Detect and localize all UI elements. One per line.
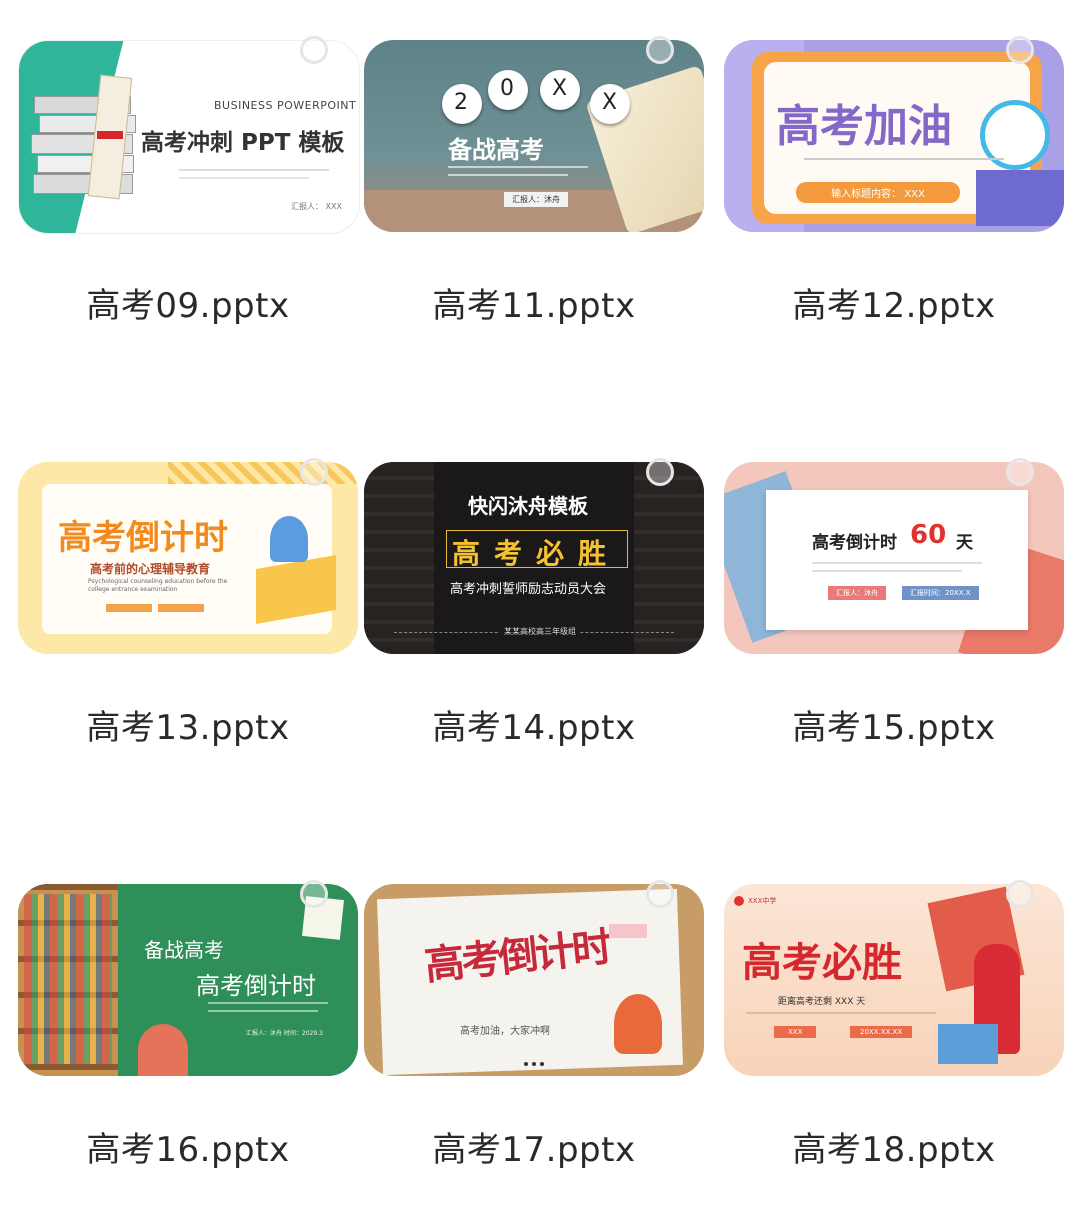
preview-sub: 高考冲刺誓师励志动员大会: [450, 582, 607, 597]
preview-reporter: 汇报人： XXX: [291, 202, 342, 211]
file-name[interactable]: 高考15.pptx: [724, 700, 1064, 749]
preview-line2: 高考倒计时: [196, 972, 316, 1000]
file-thumbnail[interactable]: 2 0 X X 备战高考 汇报人：沐舟: [364, 40, 704, 232]
chip: X: [552, 76, 568, 101]
preview-unit: 天: [956, 533, 973, 553]
file-thumbnail[interactable]: 高考加油 输入标题内容： XXX: [724, 40, 1064, 232]
preview-sub: 高考加油，大家冲啊: [460, 1026, 550, 1037]
file-thumbnail[interactable]: 高考倒计时 60 天 汇报人：沐舟 汇报时间：20XX.X: [724, 462, 1064, 654]
preview-reporter: 汇报人：沐舟 时间：2029.3: [246, 1030, 323, 1037]
file-name[interactable]: 高考11.pptx: [364, 278, 704, 327]
chip: X: [602, 90, 618, 115]
preview-btn1: XXX: [774, 1026, 817, 1038]
select-circle[interactable]: [300, 458, 328, 486]
file-thumbnail[interactable]: 备战高考 高考倒计时 汇报人：沐舟 时间：2029.3: [18, 884, 358, 1076]
file-name[interactable]: 高考18.pptx: [724, 1122, 1064, 1171]
preview-title: 高考必胜: [742, 940, 902, 986]
file-name[interactable]: 高考17.pptx: [364, 1122, 704, 1171]
preview-line1: 备战高考: [144, 938, 224, 962]
preview-input: 输入标题内容： XXX: [796, 182, 960, 203]
preview-subtitle: 高考前的心理辅导教育: [90, 562, 211, 576]
file-grid: BUSINESS POWERPOINT 高考冲刺 PPT 模板 汇报人： XXX…: [0, 0, 1080, 1208]
preview-date: 汇报时间：20XX.X: [902, 586, 979, 600]
preview-days: 60: [910, 520, 947, 550]
file-thumbnail[interactable]: 高考倒计时 高考加油，大家冲啊: [364, 884, 704, 1076]
preview-title: 高考倒计时: [58, 518, 228, 558]
select-circle[interactable]: [646, 36, 674, 64]
preview-title: 备战高考: [448, 136, 544, 164]
select-circle[interactable]: [300, 880, 328, 908]
preview-reporter: 汇报人：沐舟: [504, 192, 568, 207]
file-thumbnail[interactable]: 高考倒计时 高考前的心理辅导教育 Psychological counselin…: [18, 462, 358, 654]
select-circle[interactable]: [1006, 36, 1034, 64]
file-name[interactable]: 高考12.pptx: [724, 278, 1064, 327]
preview-eng: Psychological counseling education befor…: [88, 578, 228, 593]
preview-title: 高考必胜: [452, 537, 621, 570]
file-name[interactable]: 高考13.pptx: [18, 700, 358, 749]
preview-top: 快闪沐舟模板: [468, 494, 588, 518]
preview-school: XXX中学: [748, 897, 777, 905]
select-circle[interactable]: [300, 36, 328, 64]
preview-reporter: 汇报人：沐舟: [828, 586, 886, 600]
preview-sub: 距离高考还剩 XXX 天: [778, 997, 866, 1007]
select-circle[interactable]: [1006, 880, 1034, 908]
preview-header: BUSINESS POWERPOINT: [214, 99, 357, 112]
file-name[interactable]: 高考14.pptx: [364, 700, 704, 749]
file-thumbnail[interactable]: BUSINESS POWERPOINT 高考冲刺 PPT 模板 汇报人： XXX: [18, 40, 360, 234]
file-thumbnail[interactable]: XXX中学 高考必胜 距离高考还剩 XXX 天 XXX 20XX.XX.XX: [724, 884, 1064, 1076]
preview-title: 高考倒计时: [812, 533, 897, 553]
chip: 2: [454, 90, 468, 115]
select-circle[interactable]: [646, 880, 674, 908]
preview-btn2: 20XX.XX.XX: [850, 1026, 913, 1038]
file-name[interactable]: 高考09.pptx: [18, 278, 358, 327]
file-thumbnail[interactable]: 快闪沐舟模板 高考必胜 高考冲刺誓师励志动员大会 某某高校高三年级组: [364, 462, 704, 654]
preview-title: 高考冲刺 PPT 模板: [141, 130, 345, 156]
file-name[interactable]: 高考16.pptx: [18, 1122, 358, 1171]
chip: 0: [500, 76, 514, 101]
select-circle[interactable]: [646, 458, 674, 486]
select-circle[interactable]: [1006, 458, 1034, 486]
preview-title: 高考加油: [776, 101, 952, 152]
preview-footer: 某某高校高三年级组: [500, 626, 580, 637]
